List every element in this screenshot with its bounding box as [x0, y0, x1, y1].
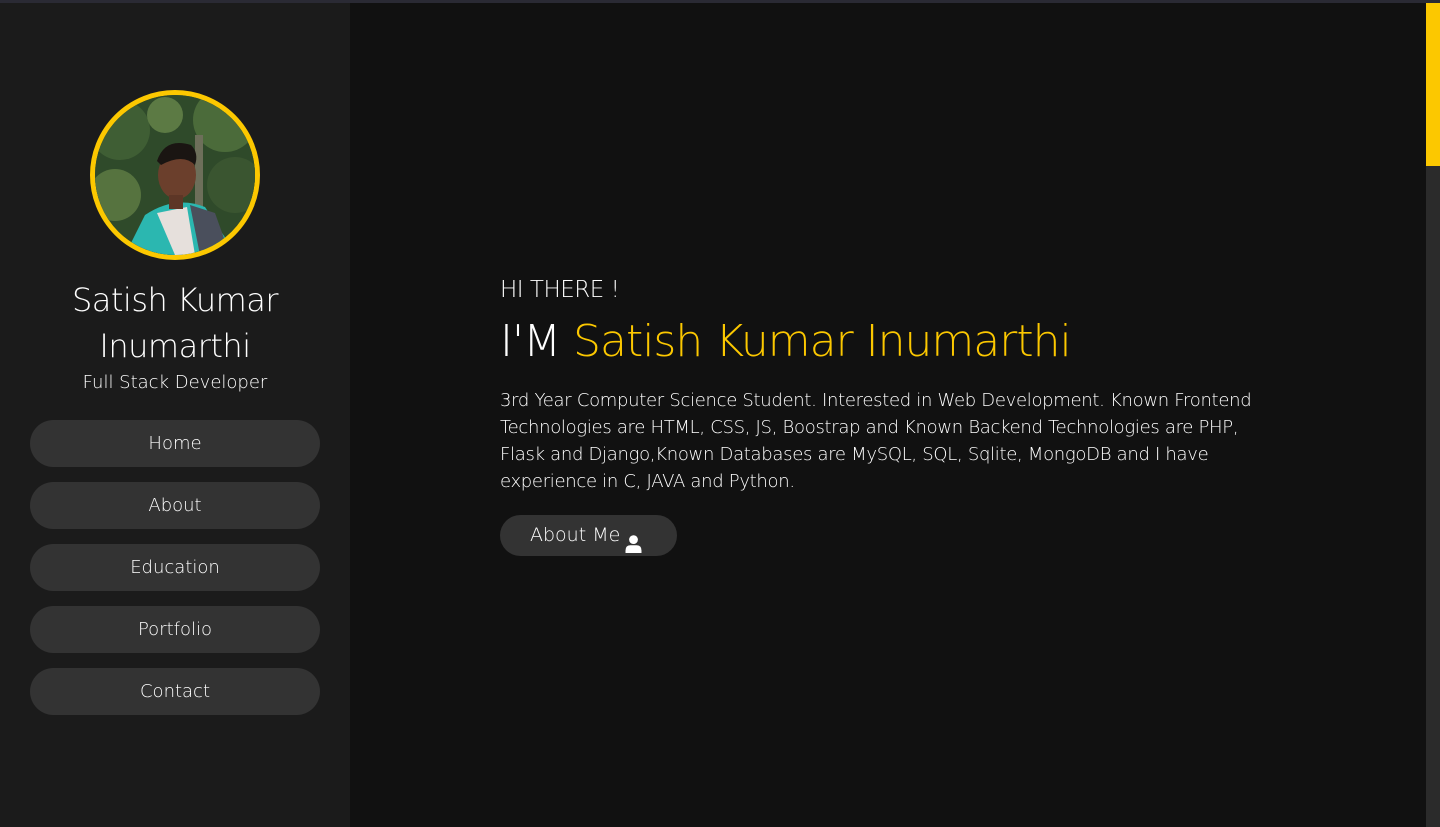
avatar	[90, 90, 260, 260]
hero-description: 3rd Year Computer Science Student. Inter…	[500, 390, 1252, 492]
nav-item-education[interactable]: Education	[30, 544, 320, 591]
about-me-label: About Me	[530, 524, 621, 546]
nav-item-about[interactable]: About	[30, 482, 320, 529]
main-content: HI THERE ! I'M Satish Kumar Inumarthi 3r…	[350, 3, 1426, 827]
hero-headline: I'M Satish Kumar Inumarthi	[500, 314, 1072, 370]
about-me-button[interactable]: About Me	[500, 515, 677, 556]
sidebar: Satish Kumar Inumarthi Full Stack Develo…	[0, 3, 350, 827]
nav-item-portfolio[interactable]: Portfolio	[30, 606, 320, 653]
profile-name: Satish Kumar Inumarthi	[71, 281, 279, 365]
hero-name: Satish Kumar Inumarthi	[573, 316, 1072, 367]
sidebar-nav: Home About Education Portfolio Contact	[30, 420, 320, 730]
nav-item-contact[interactable]: Contact	[30, 668, 320, 715]
hero-prefix: I'M	[500, 316, 561, 367]
profile-photo	[95, 95, 255, 255]
hero-greeting: HI THERE !	[500, 277, 620, 303]
scrollbar-thumb[interactable]	[1426, 3, 1440, 166]
user-icon	[625, 527, 642, 568]
profile-role: Full Stack Developer	[82, 372, 268, 393]
scrollbar[interactable]	[1426, 3, 1440, 827]
nav-item-home[interactable]: Home	[30, 420, 320, 467]
